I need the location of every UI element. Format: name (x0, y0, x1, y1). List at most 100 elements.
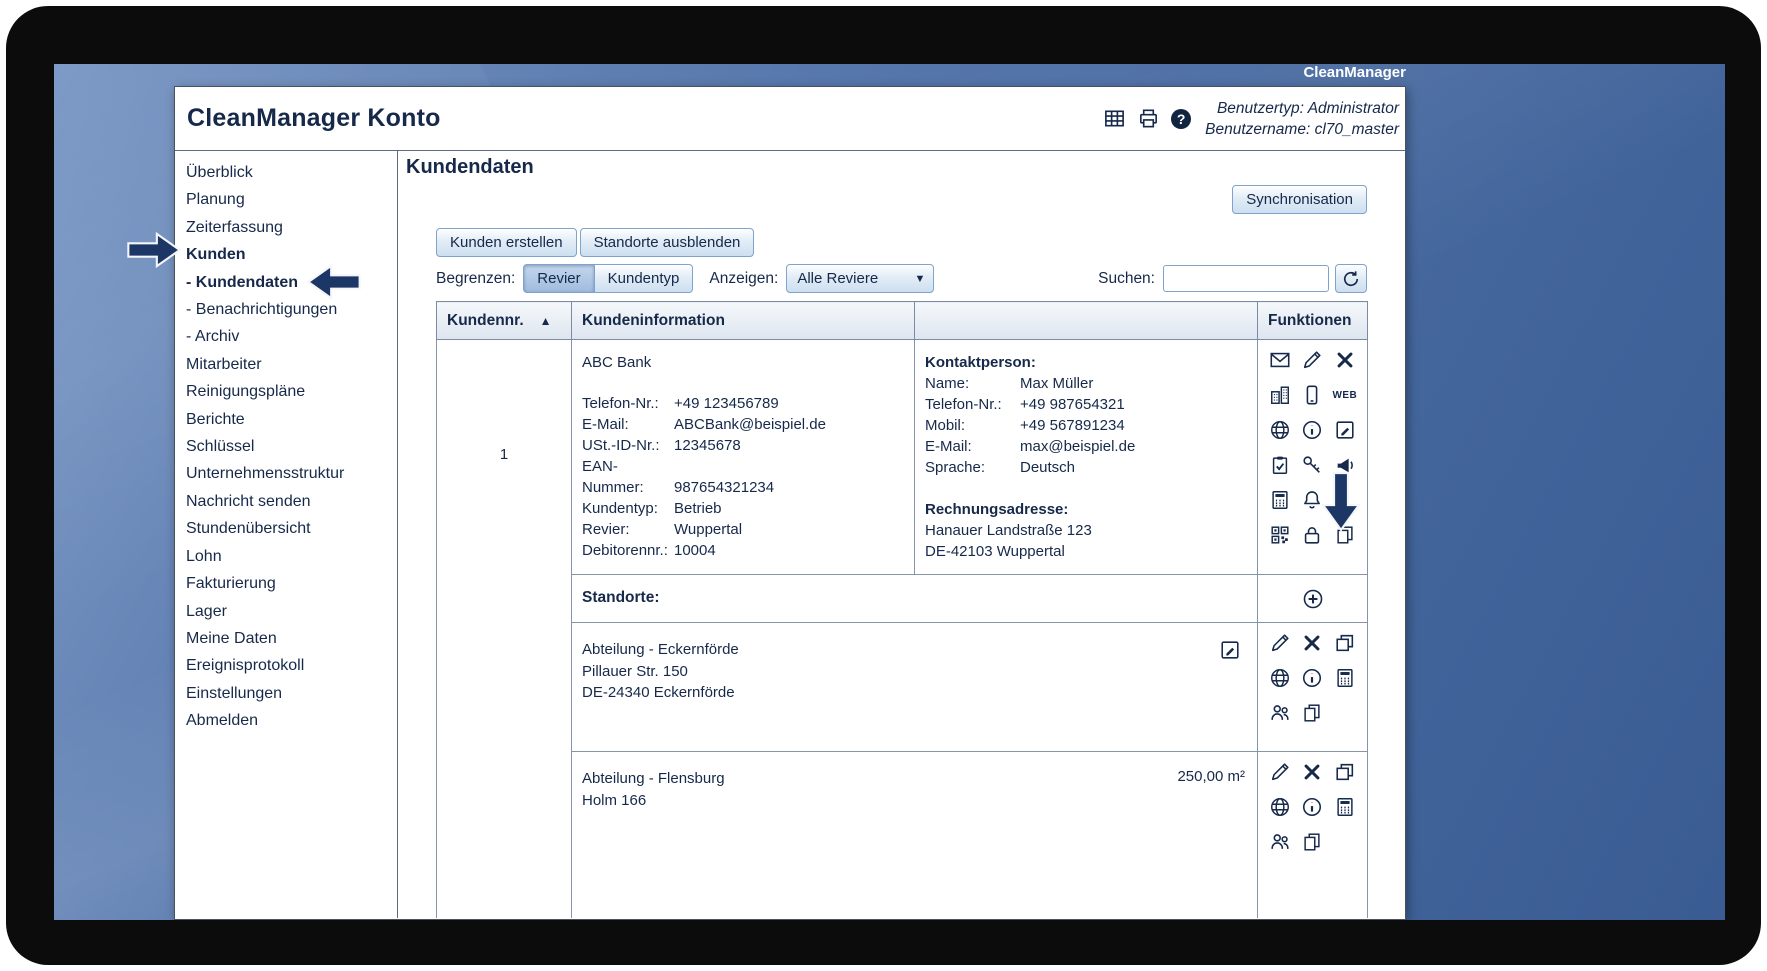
field-label: E-Mail: (925, 436, 1020, 457)
location-line: DE-24340 Eckernförde (582, 682, 739, 704)
field-label: EAN-Nummer: (582, 456, 674, 498)
sidebar-item-lohn[interactable]: Lohn (186, 543, 397, 570)
sidebar-item-meine-daten[interactable]: Meine Daten (186, 625, 397, 652)
refresh-icon (1341, 269, 1361, 289)
sidebar-item-abmelden[interactable]: Abmelden (186, 707, 397, 734)
note-icon[interactable] (1219, 639, 1241, 661)
info-icon[interactable] (1301, 796, 1323, 818)
limit-label: Begrenzen: (436, 270, 515, 288)
field-label: Revier: (582, 519, 674, 540)
calculator-icon[interactable] (1269, 489, 1291, 511)
users-icon[interactable] (1269, 831, 1291, 853)
field-value: 12345678 (674, 435, 904, 456)
desktop-background: CleanManager CleanManager Konto ? Benutz… (54, 64, 1725, 920)
users-icon[interactable] (1269, 702, 1291, 724)
delete-icon[interactable] (1334, 349, 1356, 371)
filter-kundentyp-button[interactable]: Kundentyp (595, 264, 694, 293)
location-line: Holm 166 (582, 790, 725, 812)
duplicate-icon[interactable] (1334, 632, 1356, 654)
billing-address-line: DE-42103 Wuppertal (925, 541, 1247, 562)
column-header-funktionen: Funktionen (1258, 302, 1368, 340)
calculator-icon[interactable] (1334, 796, 1356, 818)
synchronisation-button[interactable]: Synchronisation (1232, 185, 1367, 214)
add-circle-icon[interactable] (1302, 588, 1324, 610)
page-title: Kundendaten (406, 156, 1405, 179)
table-icon[interactable] (1103, 107, 1126, 130)
sidebar-item-stundenuebersicht[interactable]: Stundenübersicht (186, 515, 397, 542)
calculator-icon[interactable] (1334, 667, 1356, 689)
duplicate-icon[interactable] (1334, 761, 1356, 783)
sidebar-item-nachricht-senden[interactable]: Nachricht senden (186, 488, 397, 515)
sidebar-item-berichte[interactable]: Berichte (186, 406, 397, 433)
field-label: Name: (925, 373, 1020, 394)
globe-icon[interactable] (1269, 667, 1291, 689)
sidebar-item-mitarbeiter[interactable]: Mitarbeiter (186, 351, 397, 378)
contact-heading: Kontaktperson: (925, 352, 1247, 373)
help-icon[interactable]: ? (1171, 109, 1191, 129)
info-icon[interactable] (1301, 419, 1323, 441)
filter-row: Begrenzen: Revier Kundentyp Anzeigen: Al… (436, 264, 1367, 293)
location-area-value: 250,00 m² (1177, 768, 1247, 785)
create-customer-button[interactable]: Kunden erstellen (436, 228, 577, 257)
field-label: Sprache: (925, 457, 1020, 478)
billing-address-heading: Rechnungsadresse: (925, 499, 1247, 520)
field-label: Telefon-Nr.: (582, 393, 674, 414)
printer-icon[interactable] (1137, 107, 1160, 130)
location-line: Abteilung - Eckernförde (582, 639, 739, 661)
limit-segmented-control: Revier Kundentyp (523, 264, 693, 293)
sidebar-item-archiv[interactable]: - Archiv (186, 323, 397, 350)
search-input[interactable] (1163, 265, 1329, 292)
sort-ascending-icon: ▲ (540, 314, 552, 328)
sidebar-item-planung[interactable]: Planung (186, 186, 397, 213)
delete-icon[interactable] (1301, 632, 1323, 654)
sidebar-item-benachrichtigungen[interactable]: - Benachrichtigungen (186, 296, 397, 323)
sidebar-item-fakturierung[interactable]: Fakturierung (186, 570, 397, 597)
edit-icon[interactable] (1269, 632, 1291, 654)
field-label: Telefon-Nr.: (925, 394, 1020, 415)
sidebar: Überblick Planung Zeiterfassung Kunden -… (175, 151, 398, 918)
refresh-button[interactable] (1335, 264, 1367, 293)
documents-icon[interactable] (1301, 702, 1323, 724)
column-header-kundennr[interactable]: Kundennr.▲ (437, 302, 572, 340)
sidebar-item-kundendaten[interactable]: - Kundendaten (186, 269, 397, 296)
delete-icon[interactable] (1301, 761, 1323, 783)
desktop-brand-label: CleanManager (1303, 64, 1406, 81)
contact-fields: Name:Max Müller Telefon-Nr.:+49 98765432… (925, 373, 1247, 478)
web-icon[interactable]: WEB (1333, 390, 1358, 401)
filter-revier-button[interactable]: Revier (523, 264, 594, 293)
content-area: Kundendaten Synchronisation Kunden erste… (398, 151, 1405, 918)
customer-info-cell: ABC Bank Telefon-Nr.:+49 123456789 E-Mai… (572, 340, 915, 575)
location-row: Abteilung - Eckernförde Pillauer Str. 15… (437, 623, 1368, 752)
location-functions-cell (1258, 752, 1368, 919)
clipboard-check-icon[interactable] (1269, 454, 1291, 476)
edit-icon[interactable] (1301, 349, 1323, 371)
sidebar-item-kunden[interactable]: Kunden (186, 241, 397, 268)
buildings-icon[interactable] (1269, 384, 1291, 406)
sidebar-item-schluessel[interactable]: Schlüssel (186, 433, 397, 460)
note-icon[interactable] (1334, 419, 1356, 441)
globe-icon[interactable] (1269, 419, 1291, 441)
envelope-icon[interactable] (1269, 349, 1291, 371)
field-label: Mobil: (925, 415, 1020, 436)
sidebar-item-unternehmensstruktur[interactable]: Unternehmensstruktur (186, 460, 397, 487)
column-header-empty (915, 302, 1258, 340)
sidebar-item-zeiterfassung[interactable]: Zeiterfassung (186, 214, 397, 241)
qr-code-icon[interactable] (1269, 524, 1291, 546)
mobile-icon[interactable] (1301, 384, 1323, 406)
sidebar-item-ereignisprotokoll[interactable]: Ereignisprotokoll (186, 652, 397, 679)
customer-contact-cell: Kontaktperson: Name:Max Müller Telefon-N… (915, 340, 1258, 575)
field-value: +49 567891234 (1020, 415, 1247, 436)
customer-functions-cell: WEB (1258, 340, 1368, 575)
hide-locations-button[interactable]: Standorte ausblenden (580, 228, 755, 257)
sidebar-item-lager[interactable]: Lager (186, 598, 397, 625)
sidebar-item-ueberblick[interactable]: Überblick (186, 159, 397, 186)
field-label: Kundentyp: (582, 498, 674, 519)
sidebar-item-einstellungen[interactable]: Einstellungen (186, 680, 397, 707)
revier-select[interactable]: Alle Reviere ▼ (786, 264, 934, 293)
search-label: Suchen: (1098, 270, 1155, 288)
documents-icon[interactable] (1301, 831, 1323, 853)
sidebar-item-reinigungsplaene[interactable]: Reinigungspläne (186, 378, 397, 405)
info-icon[interactable] (1301, 667, 1323, 689)
edit-icon[interactable] (1269, 761, 1291, 783)
globe-icon[interactable] (1269, 796, 1291, 818)
